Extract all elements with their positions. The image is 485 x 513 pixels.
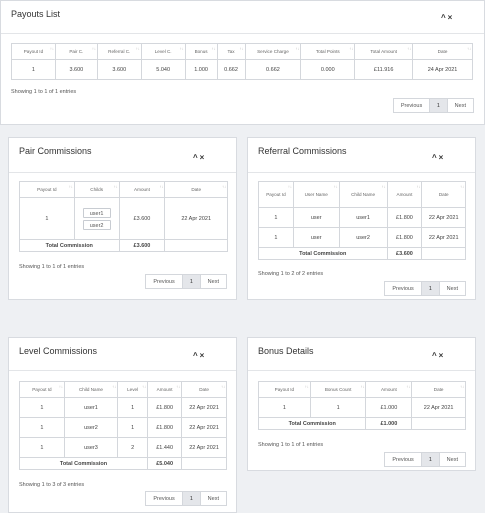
column-header[interactable]: Payout Id ↑↓: [258, 381, 311, 398]
total-row: Total Commission £3.600: [258, 247, 466, 260]
level-showing: Showing 1 to 3 of 3 entries: [19, 482, 85, 488]
column-header[interactable]: Payout Id ↑↓: [19, 181, 75, 198]
column-header[interactable]: User Name ↑↓: [292, 181, 340, 208]
column-header[interactable]: Date ↑↓: [421, 181, 466, 208]
column-header[interactable]: Amount ↑↓: [386, 181, 423, 208]
pair-pagination: Previous 1 Next: [145, 274, 227, 289]
column-header[interactable]: Service Charge ↑↓: [244, 43, 302, 60]
column-header[interactable]: Amount ↑↓: [118, 181, 166, 198]
column-header[interactable]: Payout Id ↑↓: [19, 381, 65, 398]
payouts-table: Payout Id ↑↓ Pair C. ↑↓ Referral C. ↑↓ Leve…: [11, 43, 473, 80]
referral-controls: ^×: [432, 153, 445, 162]
level-pagination: Previous 1 Next: [145, 491, 227, 506]
level-title: Level Commissions: [19, 346, 98, 356]
collapse-icon[interactable]: ^: [193, 153, 200, 162]
collapse-icon[interactable]: ^: [432, 153, 439, 162]
table-row: 1 3.600 3.600 5.040 1.000 0.662 0.662 0.000 £11.…: [11, 59, 473, 80]
page-1-button[interactable]: 1: [182, 492, 200, 505]
bonus-panel: Bonus Details ^× Payout Id ↑↓ Bonus Count…: [247, 337, 476, 471]
pair-panel: Pair Commissions ^× Payout Id ↑↓ Childs ↑↓…: [8, 137, 237, 300]
column-header[interactable]: Tax ↑↓: [216, 43, 246, 60]
pair-title: Pair Commissions: [19, 146, 92, 156]
child-badge: user2: [82, 219, 111, 230]
payouts-pagination: Previous 1 Next: [393, 98, 474, 113]
total-row: Total Commission £3.600: [19, 239, 228, 252]
payouts-panel: Payouts List ^× Payout Id ↑↓ Pair C. ↑↓ Re…: [0, 0, 485, 125]
payouts-showing: Showing 1 to 1 of 1 entries: [11, 89, 77, 95]
previous-button[interactable]: Previous: [146, 492, 182, 505]
pair-controls: ^×: [193, 153, 206, 162]
next-button[interactable]: Next: [199, 492, 226, 505]
page-1-button[interactable]: 1: [421, 453, 439, 466]
column-header[interactable]: Childs ↑↓: [73, 181, 120, 198]
next-button[interactable]: Next: [199, 275, 226, 288]
close-icon[interactable]: ×: [200, 351, 207, 360]
column-header[interactable]: Referral C. ↑↓: [96, 43, 142, 60]
table-row: 1 user3 2 £1.440 22 Apr 2021: [19, 437, 227, 458]
column-header[interactable]: Level C. ↑↓: [140, 43, 186, 60]
collapse-icon[interactable]: ^: [441, 13, 448, 22]
previous-button[interactable]: Previous: [394, 99, 429, 112]
column-header[interactable]: Total Amount ↑↓: [354, 43, 414, 60]
page-1-button[interactable]: 1: [182, 275, 200, 288]
payouts-controls: ^×: [441, 13, 454, 22]
referral-showing: Showing 1 to 2 of 2 entries: [258, 271, 324, 277]
previous-button[interactable]: Previous: [146, 275, 182, 288]
bonus-pagination: Previous 1 Next: [384, 452, 466, 467]
bonus-table: Payout Id ↑↓ Bonus Count ↑↓ Amount ↑↓ Date ↑…: [257, 381, 466, 430]
column-header[interactable]: Child Name ↑↓: [63, 381, 119, 398]
column-header[interactable]: Date ↑↓: [181, 381, 227, 398]
column-header[interactable]: Date ↑↓: [412, 43, 473, 60]
column-header[interactable]: Date ↑↓: [411, 381, 466, 398]
pair-showing: Showing 1 to 1 of 1 entries: [19, 264, 85, 270]
column-header[interactable]: Amount ↑↓: [365, 381, 413, 398]
table-row: 1 user1 user2 £3.600 22 Apr 2021: [19, 197, 228, 240]
level-controls: ^×: [193, 351, 206, 360]
pair-table: Payout Id ↑↓ Childs ↑↓ Amount ↑↓ Date ↑↓ 1 u…: [19, 181, 228, 252]
column-header[interactable]: Child Name ↑↓: [338, 181, 388, 208]
bonus-controls: ^×: [432, 351, 445, 360]
previous-button[interactable]: Previous: [385, 453, 421, 466]
total-row: Total Commission £1.000: [257, 417, 466, 430]
close-icon[interactable]: ×: [448, 13, 455, 22]
previous-button[interactable]: Previous: [385, 282, 421, 295]
referral-pagination: Previous 1 Next: [384, 281, 466, 296]
close-icon[interactable]: ×: [439, 351, 446, 360]
collapse-icon[interactable]: ^: [193, 351, 200, 360]
column-header[interactable]: Pair C. ↑↓: [54, 43, 98, 60]
column-header[interactable]: Bonus Count ↑↓: [309, 381, 367, 398]
level-table: Payout Id ↑↓ Child Name ↑↓ Level ↑↓ Amount ↑…: [18, 381, 227, 470]
table-row: 1 user2 1 £1.800 22 Apr 2021: [19, 417, 227, 438]
bonus-title: Bonus Details: [258, 346, 314, 356]
payouts-title: Payouts List: [11, 9, 61, 19]
next-button[interactable]: Next: [438, 282, 465, 295]
table-row: 1 user user1 £1.800 22 Apr 2021: [258, 207, 466, 228]
page-1-button[interactable]: 1: [429, 99, 447, 112]
column-header[interactable]: Level ↑↓: [117, 381, 149, 398]
close-icon[interactable]: ×: [200, 153, 207, 162]
column-header[interactable]: Date ↑↓: [164, 181, 228, 198]
total-row: Total Commission £5.040: [18, 457, 227, 470]
child-badge: user1: [82, 207, 111, 218]
next-button[interactable]: Next: [438, 453, 465, 466]
referral-panel: Referral Commissions ^× Payout Id ↑↓ User…: [247, 137, 476, 300]
referral-title: Referral Commissions: [258, 146, 347, 156]
table-row: 1 user user2 £1.800 22 Apr 2021: [258, 227, 466, 248]
column-header[interactable]: Bonus ↑↓: [184, 43, 218, 60]
table-row: 1 1 £1.000 22 Apr 2021: [258, 397, 466, 418]
column-header[interactable]: Payout Id ↑↓: [11, 43, 56, 60]
column-header[interactable]: Total Points ↑↓: [300, 43, 356, 60]
page-1-button[interactable]: 1: [421, 282, 439, 295]
collapse-icon[interactable]: ^: [432, 351, 439, 360]
table-row: 1 user1 1 £1.800 22 Apr 2021: [19, 397, 227, 418]
column-header[interactable]: Payout Id ↑↓: [258, 181, 294, 208]
column-header[interactable]: Amount ↑↓: [147, 381, 183, 398]
referral-table: Payout Id ↑↓ User Name ↑↓ Child Name ↑↓ Amo…: [258, 181, 466, 260]
close-icon[interactable]: ×: [439, 153, 446, 162]
bonus-showing: Showing 1 to 1 of 1 entries: [258, 442, 324, 448]
next-button[interactable]: Next: [446, 99, 473, 112]
level-panel: Level Commissions ^× Payout Id ↑↓ Child N…: [8, 337, 237, 513]
